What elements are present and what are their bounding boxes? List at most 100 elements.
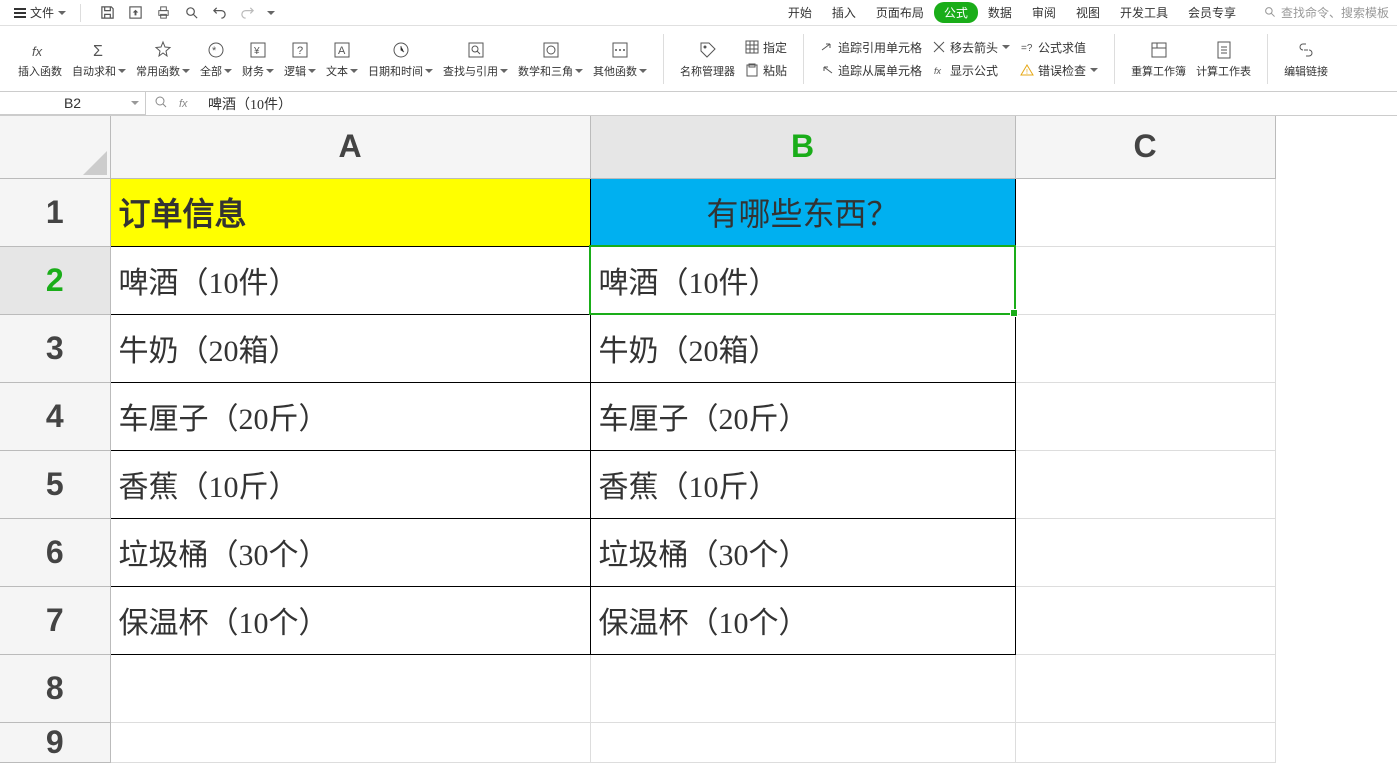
cell-C7[interactable] xyxy=(1015,586,1275,654)
insert-function-button[interactable]: fx 插入函数 xyxy=(14,37,66,81)
trace-precedents-button[interactable]: 追踪引用单元格 xyxy=(816,37,926,58)
cell-B3[interactable]: 牛奶（20箱） xyxy=(590,314,1015,382)
trace-dependents-button[interactable]: 追踪从属单元格 xyxy=(816,60,926,81)
text-icon: A xyxy=(331,39,353,61)
other-func-button[interactable]: 其他函数 xyxy=(589,37,651,81)
cell-C3[interactable] xyxy=(1015,314,1275,382)
cell-C6[interactable] xyxy=(1015,518,1275,586)
tab-start[interactable]: 开始 xyxy=(778,0,822,25)
save-icon[interactable] xyxy=(99,5,115,21)
tab-layout[interactable]: 页面布局 xyxy=(866,0,934,25)
edit-link-button[interactable]: 编辑链接 xyxy=(1280,37,1332,81)
row-header-7[interactable]: 7 xyxy=(0,586,110,654)
row-header-2[interactable]: 2 xyxy=(0,246,110,314)
tab-member[interactable]: 会员专享 xyxy=(1178,0,1246,25)
cell-C5[interactable] xyxy=(1015,450,1275,518)
undo-icon[interactable] xyxy=(211,5,227,21)
insert-function-label: 插入函数 xyxy=(18,63,62,79)
tab-review[interactable]: 审阅 xyxy=(1022,0,1066,25)
cell-B1[interactable]: 有哪些东西？ xyxy=(590,178,1015,246)
text-button[interactable]: A 文本 xyxy=(322,37,362,81)
cell-A5[interactable]: 香蕉（10斤） xyxy=(110,450,590,518)
cell-B8[interactable] xyxy=(590,654,1015,722)
logic-button[interactable]: ? 逻辑 xyxy=(280,37,320,81)
formula-eval-button[interactable]: =?公式求值 xyxy=(1016,37,1102,58)
tab-data[interactable]: 数据 xyxy=(978,0,1022,25)
define-button[interactable]: 指定 xyxy=(741,37,791,58)
cell-A2[interactable]: 啤酒（10件） xyxy=(110,246,590,314)
cell-A6[interactable]: 垃圾桶（30个） xyxy=(110,518,590,586)
tab-formula[interactable]: 公式 xyxy=(934,2,978,23)
cell-C1[interactable] xyxy=(1015,178,1275,246)
cell-A4[interactable]: 车厘子（20斤） xyxy=(110,382,590,450)
autosum-label: 自动求和 xyxy=(72,63,116,79)
names-col: 指定 粘贴 xyxy=(741,37,791,81)
row-header-3[interactable]: 3 xyxy=(0,314,110,382)
recalc-book-button[interactable]: 重算工作簿 xyxy=(1127,37,1190,81)
print-icon[interactable] xyxy=(155,5,171,21)
col-header-A[interactable]: A xyxy=(110,116,590,178)
row-header-1[interactable]: 1 xyxy=(0,178,110,246)
name-manager-button[interactable]: 名称管理器 xyxy=(676,37,739,81)
tab-insert[interactable]: 插入 xyxy=(822,0,866,25)
chevron-down-icon xyxy=(350,69,358,73)
calc-sheet-button[interactable]: 计算工作表 xyxy=(1192,37,1255,81)
autosum-button[interactable]: Σ 自动求和 xyxy=(68,37,130,81)
finance-button[interactable]: ¥ 财务 xyxy=(238,37,278,81)
cell-B6[interactable]: 垃圾桶（30个） xyxy=(590,518,1015,586)
error-check-button[interactable]: !错误检查 xyxy=(1016,60,1102,81)
row-header-8[interactable]: 8 xyxy=(0,654,110,722)
lookup-button[interactable]: 查找与引用 xyxy=(439,37,512,81)
cell-B7[interactable]: 保温杯（10个） xyxy=(590,586,1015,654)
row-header-4[interactable]: 4 xyxy=(0,382,110,450)
trace-prec-icon xyxy=(820,40,834,54)
cell-A1[interactable]: 订单信息 xyxy=(110,178,590,246)
tab-dev[interactable]: 开发工具 xyxy=(1110,0,1178,25)
formula-value: 啤酒（10件） xyxy=(208,98,292,113)
select-all-corner[interactable] xyxy=(0,116,110,178)
tab-view[interactable]: 视图 xyxy=(1066,0,1110,25)
all-func-button[interactable]: * 全部 xyxy=(196,37,236,81)
col-header-B[interactable]: B xyxy=(590,116,1015,178)
col-header-C[interactable]: C xyxy=(1015,116,1275,178)
fx-icon[interactable]: fx xyxy=(178,95,192,112)
row-header-5[interactable]: 5 xyxy=(0,450,110,518)
file-menu[interactable]: 文件 xyxy=(8,2,72,23)
cell-B9[interactable] xyxy=(590,722,1015,762)
grid-icon xyxy=(745,40,759,54)
math-button[interactable]: 数学和三角 xyxy=(514,37,587,81)
cell-B5[interactable]: 香蕉（10斤） xyxy=(590,450,1015,518)
row-header-9[interactable]: 9 xyxy=(0,722,110,762)
remove-arrows-button[interactable]: 移去箭头 xyxy=(928,37,1014,58)
name-box[interactable]: B2 xyxy=(0,92,146,115)
output-icon[interactable] xyxy=(127,5,143,21)
show-formula-button[interactable]: fx显示公式 xyxy=(928,60,1014,81)
cell-A8[interactable] xyxy=(110,654,590,722)
row-header-6[interactable]: 6 xyxy=(0,518,110,586)
separator xyxy=(803,34,804,84)
preview-icon[interactable] xyxy=(183,5,199,21)
cell-C2[interactable] xyxy=(1015,246,1275,314)
cell-C8[interactable] xyxy=(1015,654,1275,722)
clock-icon xyxy=(390,39,412,61)
cell-C9[interactable] xyxy=(1015,722,1275,762)
cell-B4[interactable]: 车厘子（20斤） xyxy=(590,382,1015,450)
datetime-button[interactable]: 日期和时间 xyxy=(364,37,437,81)
remove-arrows-label: 移去箭头 xyxy=(950,39,998,56)
paste-button[interactable]: 粘贴 xyxy=(741,60,791,81)
file-label: 文件 xyxy=(30,4,54,21)
separator xyxy=(1114,34,1115,84)
cell-A9[interactable] xyxy=(110,722,590,762)
cell-C4[interactable] xyxy=(1015,382,1275,450)
expand-icon[interactable] xyxy=(154,95,168,112)
svg-text:fx: fx xyxy=(32,44,43,59)
math-icon xyxy=(540,39,562,61)
cell-B2[interactable]: 啤酒（10件） xyxy=(590,246,1015,314)
cell-A3[interactable]: 牛奶（20箱） xyxy=(110,314,590,382)
search-box[interactable]: 查找命令、搜索模板 xyxy=(1264,4,1389,21)
redo-icon[interactable] xyxy=(239,5,255,21)
cell-A7[interactable]: 保温杯（10个） xyxy=(110,586,590,654)
common-func-button[interactable]: 常用函数 xyxy=(132,37,194,81)
chevron-down-icon[interactable] xyxy=(267,11,275,15)
formula-input[interactable]: 啤酒（10件） xyxy=(200,94,1397,114)
